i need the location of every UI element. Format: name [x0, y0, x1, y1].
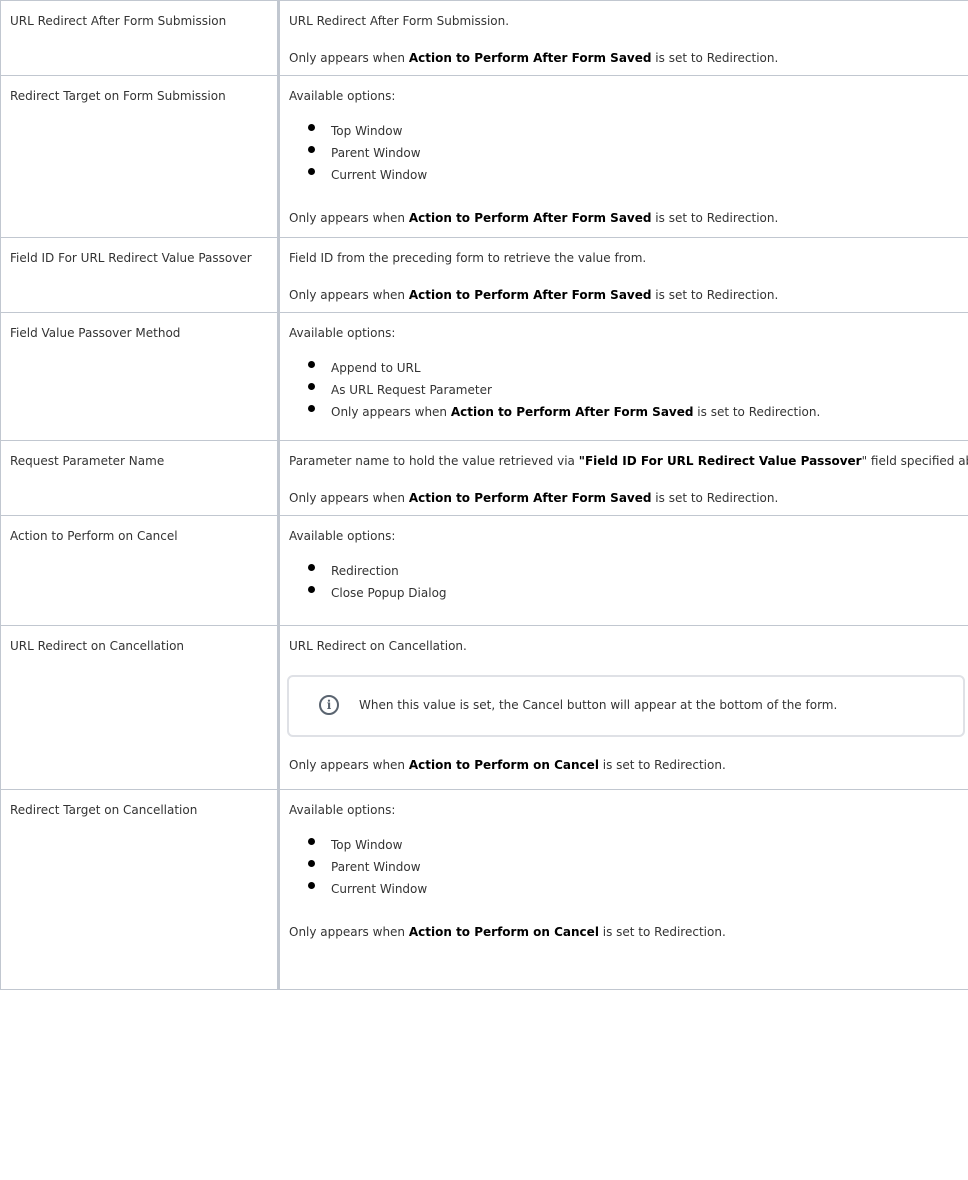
info-icon: i — [319, 695, 339, 715]
property-description-cell: URL Redirect on Cancellation. i When thi… — [278, 625, 968, 790]
property-description-cell: Parameter name to hold the value retriev… — [278, 440, 968, 516]
visibility-note: Only appears when Action to Perform Afte… — [289, 51, 779, 65]
property-name-cell: Redirect Target on Form Submission — [0, 75, 280, 238]
description-text: Available options: — [289, 326, 396, 340]
property-name: URL Redirect on Cancellation — [10, 639, 185, 653]
description-text: Available options: — [289, 529, 396, 543]
description-text: Available options: — [289, 89, 396, 103]
property-name-cell: Field ID For URL Redirect Value Passover — [0, 237, 280, 313]
property-description-cell: Available options: Top Window Parent Win… — [278, 789, 968, 990]
bullet-icon — [308, 146, 315, 153]
list-item: Close Popup Dialog — [308, 585, 968, 602]
visibility-note: Only appears when Action to Perform Afte… — [289, 211, 779, 225]
properties-table: URL Redirect After Form Submission URL R… — [0, 0, 968, 990]
table-row: Redirect Target on Form Submission Avail… — [0, 75, 968, 238]
bullet-icon — [308, 564, 315, 571]
bullet-icon — [308, 383, 315, 390]
table-row: URL Redirect on Cancellation URL Redirec… — [0, 625, 968, 790]
property-name: Field Value Passover Method — [10, 326, 181, 340]
property-name: Field ID For URL Redirect Value Passover — [10, 251, 252, 265]
list-item: Parent Window — [308, 145, 968, 162]
visibility-note: Only appears when Action to Perform Afte… — [289, 491, 779, 505]
bullet-icon — [308, 860, 315, 867]
bullet-icon — [308, 586, 315, 593]
list-item: Top Window — [308, 837, 968, 854]
description-text: Parameter name to hold the value retriev… — [289, 454, 968, 468]
options-list: Redirection Close Popup Dialog — [289, 563, 968, 602]
description-text: Available options: — [289, 803, 396, 817]
visibility-note: Only appears when Action to Perform Afte… — [289, 288, 779, 302]
property-description-cell: Available options: Append to URL As URL … — [278, 312, 968, 441]
table-row: Action to Perform on Cancel Available op… — [0, 515, 968, 626]
visibility-note: Only appears when Action to Perform on C… — [289, 758, 726, 772]
list-item: Current Window — [308, 167, 968, 184]
info-text: When this value is set, the Cancel butto… — [359, 698, 838, 712]
bullet-icon — [308, 838, 315, 845]
list-item: Redirection — [308, 563, 968, 580]
description-text: URL Redirect After Form Submission. — [289, 14, 510, 28]
options-list: Top Window Parent Window Current Window — [289, 123, 968, 184]
property-description-cell: URL Redirect After Form Submission. Only… — [278, 0, 968, 76]
bullet-icon — [308, 405, 315, 412]
property-name: Redirect Target on Cancellation — [10, 803, 198, 817]
property-name-cell: URL Redirect After Form Submission — [0, 0, 280, 76]
property-name-cell: Field Value Passover Method — [0, 312, 280, 441]
property-description-cell: Available options: Redirection Close Pop… — [278, 515, 968, 626]
property-name-cell: Request Parameter Name — [0, 440, 280, 516]
table-row: Redirect Target on Cancellation Availabl… — [0, 789, 968, 990]
property-name-cell: Redirect Target on Cancellation — [0, 789, 280, 990]
bullet-icon — [308, 124, 315, 131]
list-item: Append to URL — [308, 360, 968, 377]
table-row: Request Parameter Name Parameter name to… — [0, 440, 968, 516]
description-text: URL Redirect on Cancellation. — [289, 639, 467, 653]
table-row: URL Redirect After Form Submission URL R… — [0, 0, 968, 76]
property-name: Action to Perform on Cancel — [10, 529, 178, 543]
bullet-icon — [308, 882, 315, 889]
property-name: Redirect Target on Form Submission — [10, 89, 226, 103]
property-name-cell: Action to Perform on Cancel — [0, 515, 280, 626]
list-item: Top Window — [308, 123, 968, 140]
property-description-cell: Available options: Top Window Parent Win… — [278, 75, 968, 238]
table-row: Field Value Passover Method Available op… — [0, 312, 968, 441]
property-name: URL Redirect After Form Submission — [10, 14, 227, 28]
list-item: Parent Window — [308, 859, 968, 876]
list-item: As URL Request Parameter — [308, 382, 968, 399]
options-list: Append to URL As URL Request Parameter O… — [289, 360, 968, 421]
bullet-icon — [308, 168, 315, 175]
property-description-cell: Field ID from the preceding form to retr… — [278, 237, 968, 313]
bullet-icon — [308, 361, 315, 368]
visibility-note: Only appears when Action to Perform on C… — [289, 925, 726, 939]
property-name: Request Parameter Name — [10, 454, 165, 468]
list-item: Only appears when Action to Perform Afte… — [308, 404, 968, 421]
options-list: Top Window Parent Window Current Window — [289, 837, 968, 898]
table-row: Field ID For URL Redirect Value Passover… — [0, 237, 968, 313]
info-panel: i When this value is set, the Cancel but… — [287, 675, 965, 737]
property-name-cell: URL Redirect on Cancellation — [0, 625, 280, 790]
list-item: Current Window — [308, 881, 968, 898]
description-text: Field ID from the preceding form to retr… — [289, 251, 647, 265]
